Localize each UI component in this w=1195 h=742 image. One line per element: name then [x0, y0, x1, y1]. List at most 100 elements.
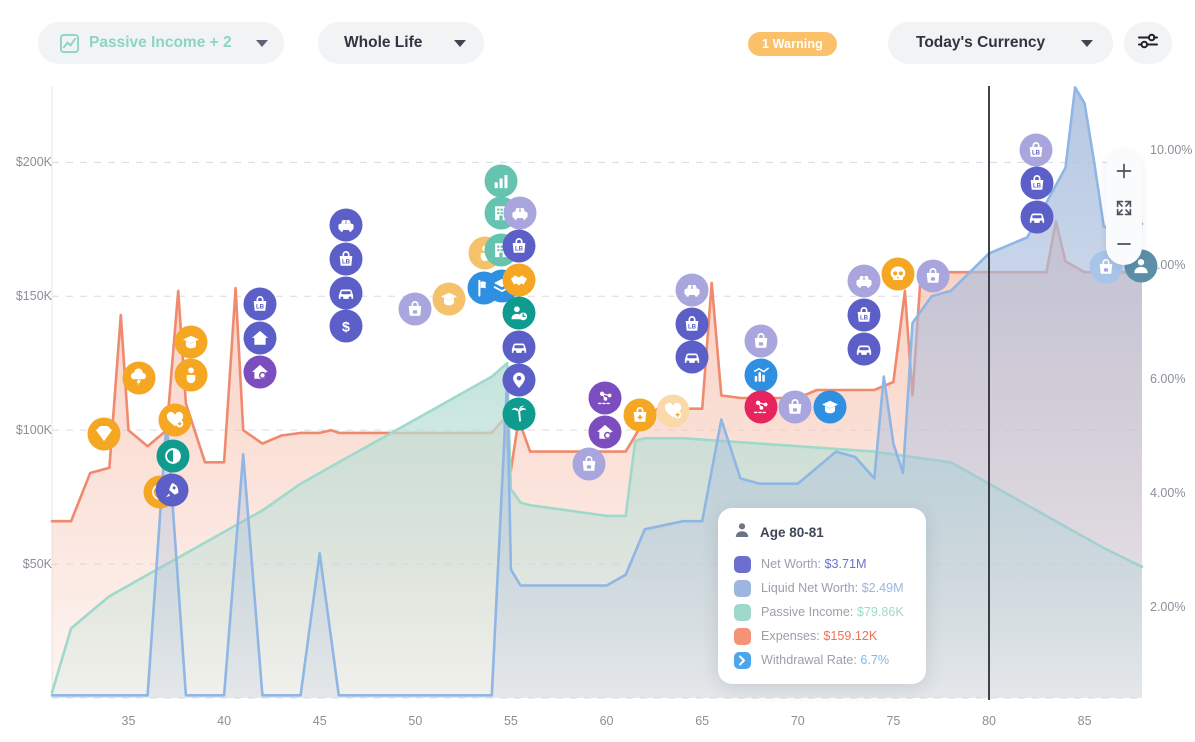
warning-badge[interactable]: 1 Warning [748, 32, 837, 56]
x-axis-tick-label: 85 [1078, 714, 1092, 728]
x-axis-tick-label: 75 [886, 714, 900, 728]
currency-selector-button[interactable]: Today's Currency [888, 22, 1113, 64]
svg-text:LB: LB [860, 316, 869, 322]
tooltip-row-text: Passive Income: $79.86K [761, 605, 904, 619]
event-marker-car-side[interactable] [676, 274, 709, 307]
event-marker-network[interactable] [745, 391, 778, 424]
x-axis-tick-label: 35 [122, 714, 136, 728]
event-marker-home[interactable] [244, 322, 277, 355]
event-marker-graduation[interactable] [814, 391, 847, 424]
x-axis-tick-label: 40 [217, 714, 231, 728]
tooltip-row: Expenses: $159.12K [734, 624, 910, 648]
event-marker-diamond[interactable] [88, 418, 121, 451]
sliders-icon [1137, 31, 1159, 56]
event-marker-graduation[interactable] [433, 283, 466, 316]
y2-axis-tick-label: 2.00% [1150, 600, 1185, 614]
event-marker-heart-plus[interactable] [159, 404, 192, 437]
event-marker-bag-lock[interactable] [573, 448, 606, 481]
y-axis-tick-label: $150K [0, 289, 52, 303]
line-chart-icon [60, 34, 79, 53]
y2-axis-tick-label: 10.00% [1150, 143, 1192, 157]
event-marker-skull[interactable] [882, 258, 915, 291]
person-icon [734, 522, 750, 543]
scenario-selector-button[interactable]: Whole Life [318, 22, 484, 64]
svg-text:$: $ [342, 319, 350, 335]
event-marker-person-clock[interactable] [503, 297, 536, 330]
event-marker-bar-chart[interactable] [485, 165, 518, 198]
event-marker-car[interactable] [503, 331, 536, 364]
zoom-controls[interactable] [1106, 150, 1142, 265]
event-marker-bag-lock[interactable] [745, 325, 778, 358]
event-marker-home-search[interactable] [589, 416, 622, 449]
event-marker-home-search[interactable] [244, 356, 277, 389]
event-marker-car-side[interactable] [330, 209, 363, 242]
svg-text:LB: LB [688, 325, 697, 331]
tooltip-row-text: Net Worth: $3.71M [761, 557, 866, 571]
event-marker-rocket[interactable] [156, 474, 189, 507]
event-marker-car[interactable] [330, 277, 363, 310]
y2-axis-tick-label: 6.00% [1150, 372, 1185, 386]
x-axis-tick-label: 50 [408, 714, 422, 728]
event-marker-bag-lock[interactable] [917, 260, 950, 293]
event-marker-car-side[interactable] [504, 197, 537, 230]
event-marker-contrast[interactable] [157, 440, 190, 473]
event-marker-heart-plus[interactable] [657, 395, 690, 428]
tooltip-row-text: Withdrawal Rate: 6.7% [761, 653, 889, 667]
financial-chart-app: Passive Income + 2 Whole Life 1 Warning … [0, 0, 1195, 742]
fit-to-screen-button[interactable] [1111, 195, 1137, 221]
tooltip-swatch [734, 652, 751, 669]
tooltip-row: Passive Income: $79.86K [734, 600, 910, 624]
event-marker-bag-lb[interactable]: LB [676, 308, 709, 341]
series-selector-button[interactable]: Passive Income + 2 [38, 22, 284, 64]
tooltip-swatch [734, 556, 751, 573]
tooltip-row: Net Worth: $3.71M [734, 552, 910, 576]
currency-selector-label: Today's Currency [916, 34, 1045, 52]
event-marker-bag-lb[interactable]: LB [244, 288, 277, 321]
svg-text:LB: LB [256, 305, 265, 311]
tooltip-rows: Net Worth: $3.71M Liquid Net Worth: $2.49… [734, 552, 910, 672]
x-axis-tick-label: 55 [504, 714, 518, 728]
data-tooltip: Age 80-81 Net Worth: $3.71MLiquid Net Wo… [718, 508, 926, 684]
event-marker-baby[interactable] [175, 359, 208, 392]
svg-text:LB: LB [1032, 151, 1041, 157]
event-marker-bag-lb[interactable]: LB [1020, 134, 1053, 167]
settings-button[interactable] [1124, 22, 1172, 64]
chevron-down-icon [256, 40, 268, 47]
x-axis-tick-label: 60 [600, 714, 614, 728]
svg-text:LB: LB [515, 247, 524, 253]
event-marker-pin[interactable] [503, 364, 536, 397]
event-marker-chart-bars[interactable] [745, 359, 778, 392]
tooltip-row-text: Liquid Net Worth: $2.49M [761, 581, 904, 595]
event-marker-bag-lb[interactable]: LB [503, 230, 536, 263]
event-marker-bag-lb[interactable]: LB [330, 243, 363, 276]
x-axis-tick-label: 45 [313, 714, 327, 728]
svg-text:LB: LB [1033, 184, 1042, 190]
zoom-in-button[interactable] [1111, 158, 1137, 184]
event-marker-car-side[interactable] [848, 265, 881, 298]
tooltip-row-text: Expenses: $159.12K [761, 629, 877, 643]
chevron-down-icon [1081, 40, 1093, 47]
event-marker-graduation[interactable] [175, 326, 208, 359]
event-marker-cloud-bolt[interactable] [123, 362, 156, 395]
svg-text:LB: LB [342, 260, 351, 266]
tooltip-row: Withdrawal Rate: 6.7% [734, 648, 910, 672]
event-marker-network[interactable] [589, 382, 622, 415]
event-marker-bag-lock[interactable] [399, 293, 432, 326]
tooltip-swatch [734, 604, 751, 621]
event-marker-dollar[interactable]: $ [330, 310, 363, 343]
x-axis-tick-label: 65 [695, 714, 709, 728]
event-marker-car[interactable] [848, 333, 881, 366]
zoom-out-button[interactable] [1111, 231, 1137, 257]
event-marker-bag-plus[interactable] [624, 399, 657, 432]
event-marker-bag-lb[interactable]: LB [1021, 167, 1054, 200]
x-axis-tick-label: 70 [791, 714, 805, 728]
event-marker-car[interactable] [676, 341, 709, 374]
event-marker-bag-lb[interactable]: LB [848, 299, 881, 332]
toolbar: Passive Income + 2 Whole Life 1 Warning … [0, 0, 1195, 86]
event-marker-car[interactable] [1021, 201, 1054, 234]
event-marker-handshake[interactable] [503, 264, 536, 297]
y2-axis-tick-label: 4.00% [1150, 486, 1185, 500]
scenario-selector-label: Whole Life [344, 34, 422, 52]
event-marker-bag-lock[interactable] [779, 391, 812, 424]
event-marker-palm[interactable] [503, 398, 536, 431]
